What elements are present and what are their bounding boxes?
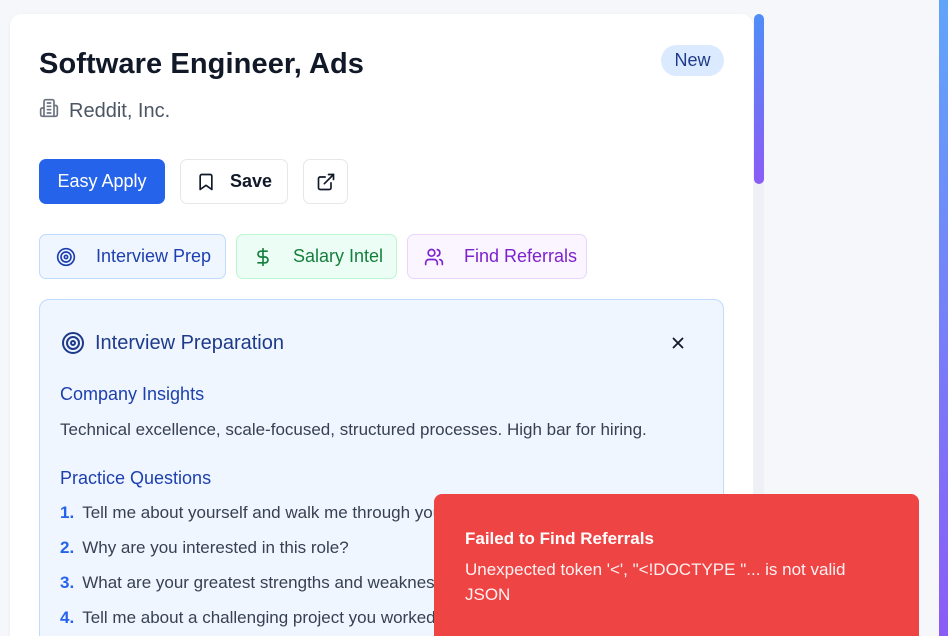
- company-insights-heading: Company Insights: [60, 384, 205, 404]
- question-text: What are your greatest strengths and wea…: [82, 573, 471, 592]
- tab-salary-intel[interactable]: Salary Intel: [236, 234, 397, 279]
- panel-title: Interview Preparation: [61, 331, 284, 355]
- bookmark-icon: [196, 172, 216, 192]
- dollar-icon: [253, 247, 273, 267]
- easy-apply-button[interactable]: Easy Apply: [39, 159, 165, 204]
- toast-title: Failed to Find Referrals: [465, 529, 654, 548]
- new-badge: New: [661, 45, 724, 76]
- close-icon: [669, 334, 687, 352]
- scrollbar-thumb[interactable]: [754, 14, 764, 184]
- tab-label: Find Referrals: [464, 246, 578, 266]
- open-external-button[interactable]: [303, 159, 348, 204]
- tab-find-referrals[interactable]: Find Referrals: [407, 234, 587, 279]
- tab-label: Interview Prep: [96, 246, 212, 266]
- question-text: Tell me about a challenging project you …: [82, 608, 464, 627]
- company-name: Reddit, Inc.: [69, 99, 171, 122]
- external-link-icon: [316, 172, 336, 192]
- close-panel-button[interactable]: [666, 331, 690, 355]
- save-label: Save: [229, 171, 273, 191]
- question-number: 2.: [60, 538, 75, 557]
- question-item: 2. Why are you interested in this role?: [60, 538, 349, 558]
- building-icon: [39, 98, 59, 124]
- save-button[interactable]: Save: [180, 159, 288, 204]
- question-item: 3. What are your greatest strengths and w…: [60, 573, 471, 593]
- right-edge-accent: [939, 0, 948, 636]
- question-number: 1.: [60, 503, 75, 522]
- toast-message: Unexpected token '<', "<!DOCTYPE "... is…: [465, 560, 846, 604]
- question-text: Why are you interested in this role?: [82, 538, 349, 557]
- panel-title-text: Interview Preparation: [95, 331, 284, 354]
- company-insights-text: Technical excellence, scale-focused, str…: [60, 420, 647, 439]
- question-number: 3.: [60, 573, 75, 592]
- job-title: Software Engineer, Ads: [39, 48, 365, 80]
- error-toast[interactable]: Failed to Find Referrals Unexpected toke…: [434, 494, 919, 636]
- question-item: 4. Tell me about a challenging project yo…: [60, 608, 464, 628]
- company-line: Reddit, Inc.: [39, 98, 170, 124]
- users-icon: [424, 247, 444, 267]
- target-icon: [61, 331, 85, 355]
- target-icon: [56, 247, 76, 267]
- practice-questions-heading: Practice Questions: [60, 468, 212, 488]
- tab-interview-prep[interactable]: Interview Prep: [39, 234, 226, 279]
- tab-label: Salary Intel: [293, 246, 384, 266]
- question-number: 4.: [60, 608, 75, 627]
